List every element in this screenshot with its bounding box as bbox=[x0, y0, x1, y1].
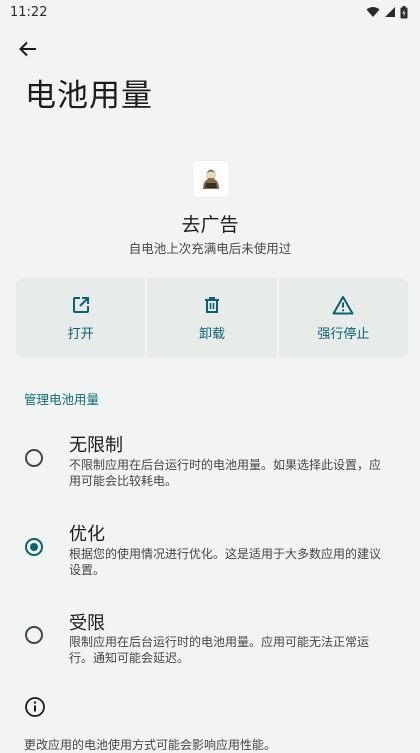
option-unrestricted[interactable]: 无限制 不限制应用在后台运行时的电池用量。如果选择此设置，应用可能会比较耗电。 bbox=[0, 428, 420, 508]
wifi-icon bbox=[366, 7, 380, 17]
info-icon bbox=[25, 697, 45, 717]
trash-icon bbox=[204, 296, 219, 313]
unrestricted-radio[interactable] bbox=[25, 449, 43, 467]
status-time: 11:22 bbox=[10, 4, 48, 20]
battery-icon bbox=[400, 5, 408, 18]
app-usage-summary: 自电池上次充满电后未使用过 bbox=[128, 241, 292, 256]
manage-battery-header: 管理电池用量 bbox=[24, 392, 100, 407]
app-name: 去广告 bbox=[181, 214, 239, 236]
option-restricted[interactable]: 受限 限制应用在后台运行时的电池用量。应用可能无法正常运行。通知可能会延迟。 bbox=[0, 606, 420, 686]
back-button[interactable] bbox=[12, 34, 44, 64]
footer-note: 更改应用的电池使用方式可能会影响应用性能。 bbox=[24, 738, 277, 752]
option-description: 限制应用在后台运行时的电池用量。应用可能无法正常运行。通知可能会延迟。 bbox=[69, 635, 370, 665]
force-stop-button-label: 强行停止 bbox=[317, 326, 370, 342]
warning-icon bbox=[332, 295, 354, 314]
open-external-icon bbox=[72, 296, 89, 313]
option-description: 根据您的使用情况进行优化。这是适用于大多数应用的建议设置。 bbox=[69, 547, 382, 577]
status-icons bbox=[366, 5, 408, 19]
open-button[interactable]: 打开 bbox=[16, 278, 146, 358]
arrow-back-icon bbox=[19, 41, 36, 57]
open-button-label: 打开 bbox=[67, 326, 94, 342]
option-title: 无限制 bbox=[69, 435, 123, 456]
option-title: 受限 bbox=[69, 613, 105, 634]
signal-icon bbox=[385, 7, 395, 17]
option-optimized[interactable]: 优化 根据您的使用情况进行优化。这是适用于大多数应用的建议设置。 bbox=[0, 517, 420, 597]
app-icon bbox=[193, 161, 229, 197]
option-title: 优化 bbox=[69, 524, 105, 545]
page-title: 电池用量 bbox=[25, 78, 153, 114]
option-description: 不限制应用在后台运行时的电池用量。如果选择此设置，应用可能会比较耗电。 bbox=[69, 458, 382, 488]
uninstall-button-label: 卸载 bbox=[198, 326, 225, 342]
uninstall-button[interactable]: 卸载 bbox=[147, 278, 277, 358]
optimized-radio[interactable] bbox=[25, 538, 43, 556]
restricted-radio[interactable] bbox=[25, 626, 43, 644]
action-buttons: 打开 卸载 强行停止 bbox=[16, 278, 408, 358]
app-avatar-icon bbox=[199, 167, 223, 191]
status-bar: 11:22 bbox=[0, 0, 420, 24]
force-stop-button[interactable]: 强行停止 bbox=[278, 278, 408, 358]
